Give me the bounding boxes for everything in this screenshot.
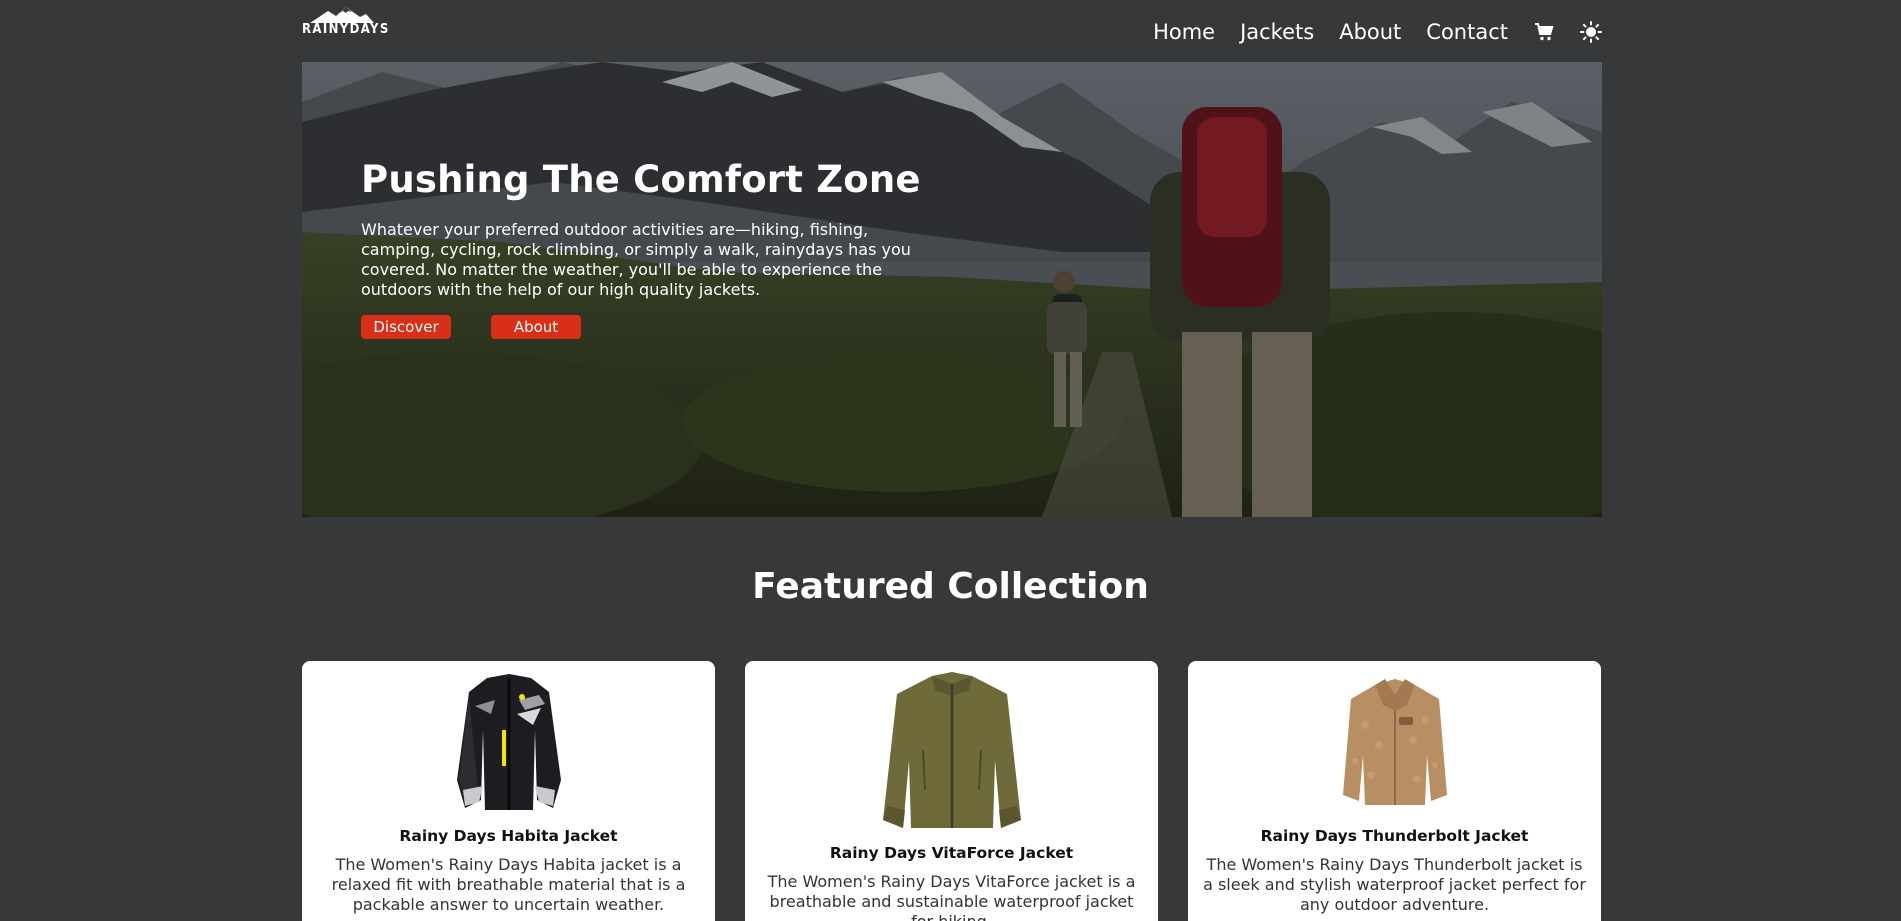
featured-collection-title: Featured Collection: [752, 566, 1149, 607]
about-button[interactable]: About: [491, 314, 581, 339]
product-card[interactable]: Rainy Days Thunderbolt Jacket The Women'…: [1188, 661, 1601, 921]
site-header: RAINYDAYS Home Jackets About Contact: [302, 0, 1602, 62]
product-name: Rainy Days VitaForce Jacket: [829, 844, 1074, 862]
product-name: Rainy Days Thunderbolt Jacket: [1260, 827, 1529, 845]
hero-content: Pushing The Comfort Zone Whatever your p…: [361, 158, 941, 339]
hero-description: Whatever your preferred outdoor activiti…: [361, 219, 911, 299]
discover-button[interactable]: Discover: [361, 314, 451, 339]
thunderbolt-jacket-image: [1342, 679, 1447, 805]
nav-home[interactable]: Home: [1153, 20, 1215, 44]
page: RAINYDAYS Home Jackets About Contact Pus…: [0, 0, 1901, 921]
product-description: The Women's Rainy Days Thunderbolt jacke…: [1203, 855, 1586, 914]
product-description: The Women's Rainy Days Habita jacket is …: [331, 855, 686, 914]
product-card[interactable]: Rainy Days Habita Jacket The Women's Rai…: [302, 661, 715, 921]
product-card[interactable]: Rainy Days VitaForce Jacket The Women's …: [745, 661, 1158, 921]
nav-jackets[interactable]: Jackets: [1240, 20, 1314, 44]
cart-icon[interactable]: [1533, 21, 1555, 43]
product-name: Rainy Days Habita Jacket: [399, 827, 618, 845]
vitaforce-jacket-image: [882, 672, 1021, 828]
hero-buttons: Discover About: [361, 314, 941, 339]
main-nav: Home Jackets About Contact: [1153, 19, 1602, 45]
habita-jacket-image: [456, 674, 561, 810]
nav-contact[interactable]: Contact: [1426, 20, 1508, 44]
product-description: The Women's Rainy Days VitaForce jacket …: [767, 872, 1136, 921]
sun-icon[interactable]: [1580, 21, 1602, 43]
logo[interactable]: RAINYDAYS: [302, 7, 388, 41]
logo-text: RAINYDAYS: [302, 22, 390, 37]
hero-banner: Pushing The Comfort Zone Whatever your p…: [302, 62, 1602, 517]
mountain-logo-icon: [310, 7, 374, 23]
nav-about[interactable]: About: [1339, 20, 1401, 44]
hero-title: Pushing The Comfort Zone: [361, 158, 921, 201]
product-cards: Rainy Days Habita Jacket The Women's Rai…: [302, 661, 1602, 921]
